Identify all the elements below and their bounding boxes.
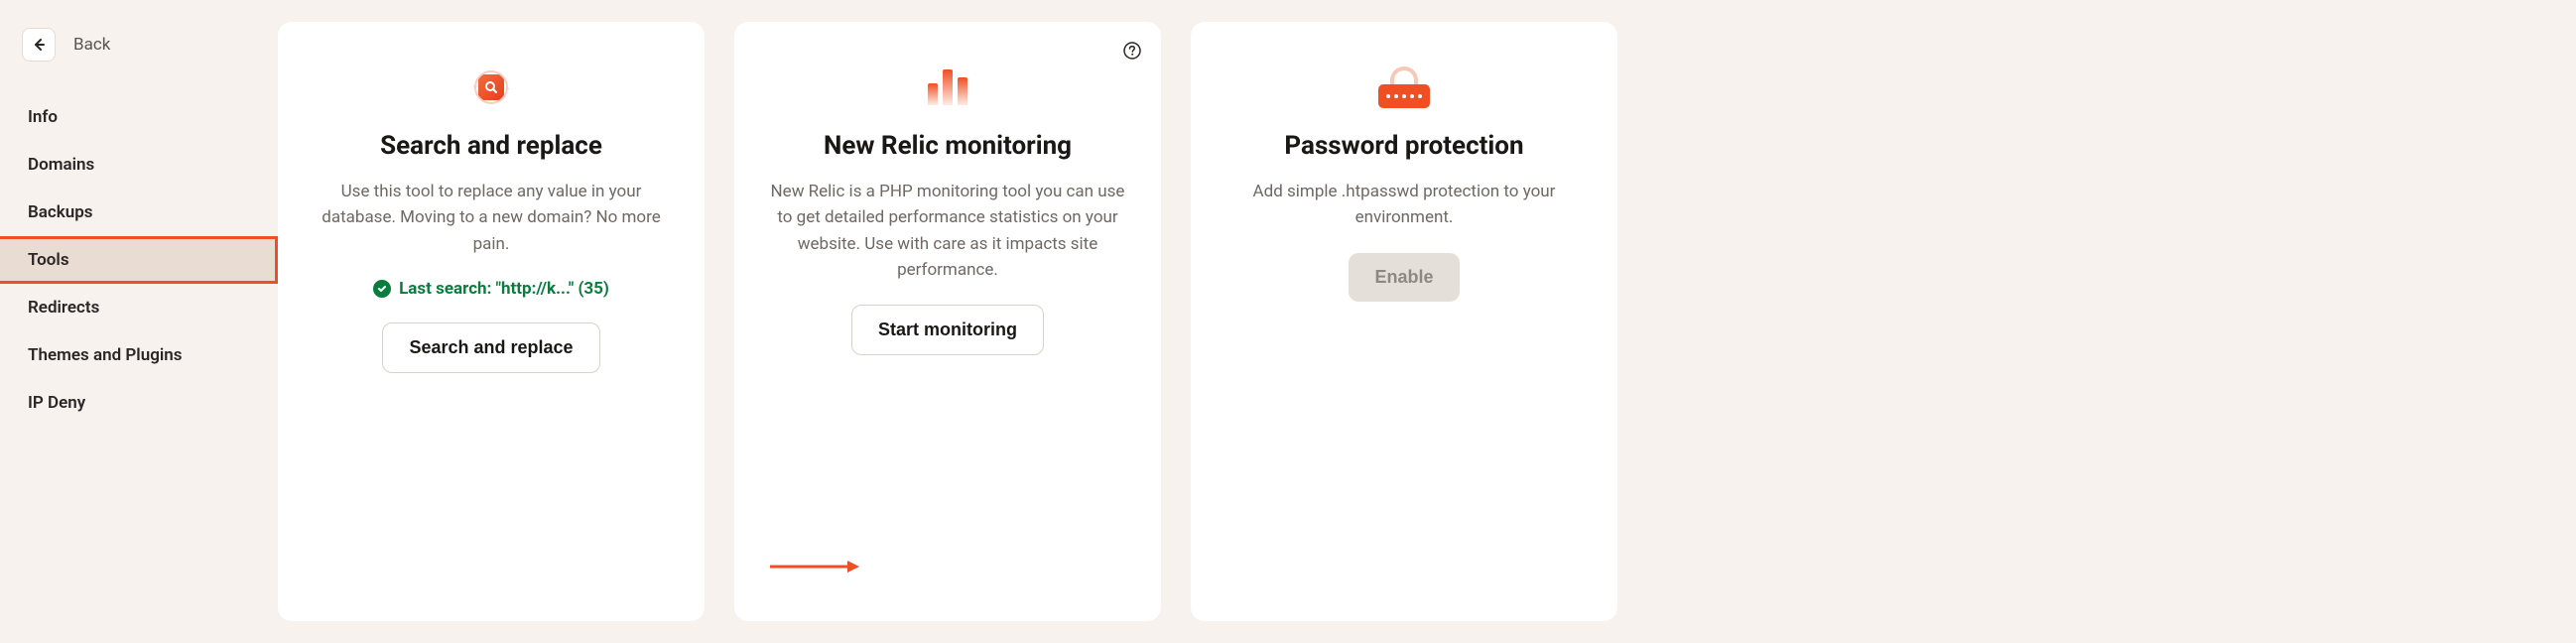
monitoring-icon xyxy=(928,58,967,117)
sidebar-item-themes-plugins[interactable]: Themes and Plugins xyxy=(0,331,278,379)
arrow-left-icon xyxy=(31,37,47,53)
card-password-protection: Password protection Add simple .htpasswd… xyxy=(1191,22,1617,621)
sidebar-item-ip-deny[interactable]: IP Deny xyxy=(0,379,278,427)
card-title: New Relic monitoring xyxy=(824,131,1072,161)
back-button[interactable] xyxy=(22,28,56,62)
status-text: Last search: "http://k..." (35) xyxy=(399,279,609,299)
arrow-annotation-icon xyxy=(770,560,859,574)
lock-icon xyxy=(1378,58,1430,117)
card-description: Add simple .htpasswd protection to your … xyxy=(1219,179,1590,231)
sidebar-item-redirects[interactable]: Redirects xyxy=(0,284,278,331)
check-icon xyxy=(373,280,391,298)
start-monitoring-button[interactable]: Start monitoring xyxy=(851,305,1044,355)
card-title: Search and replace xyxy=(380,131,602,161)
card-description: Use this tool to replace any value in yo… xyxy=(306,179,677,257)
search-replace-icon xyxy=(467,58,515,117)
last-search-status: Last search: "http://k..." (35) xyxy=(373,279,609,299)
card-new-relic: New Relic monitoring New Relic is a PHP … xyxy=(734,22,1161,621)
card-search-replace: Search and replace Use this tool to repl… xyxy=(278,22,705,621)
card-title: Password protection xyxy=(1284,131,1523,161)
sidebar: Back Info Domains Backups Tools Redirect… xyxy=(0,0,278,643)
sidebar-item-tools[interactable]: Tools xyxy=(0,236,278,284)
search-replace-button[interactable]: Search and replace xyxy=(382,322,599,373)
enable-button[interactable]: Enable xyxy=(1349,253,1459,302)
back-row: Back xyxy=(0,28,278,93)
sidebar-item-backups[interactable]: Backups xyxy=(0,189,278,236)
back-label: Back xyxy=(73,35,110,55)
sidebar-item-domains[interactable]: Domains xyxy=(0,141,278,189)
tool-cards: Search and replace Use this tool to repl… xyxy=(278,0,2576,643)
help-icon[interactable] xyxy=(1123,42,1141,64)
card-description: New Relic is a PHP monitoring tool you c… xyxy=(762,179,1133,283)
sidebar-item-info[interactable]: Info xyxy=(0,93,278,141)
